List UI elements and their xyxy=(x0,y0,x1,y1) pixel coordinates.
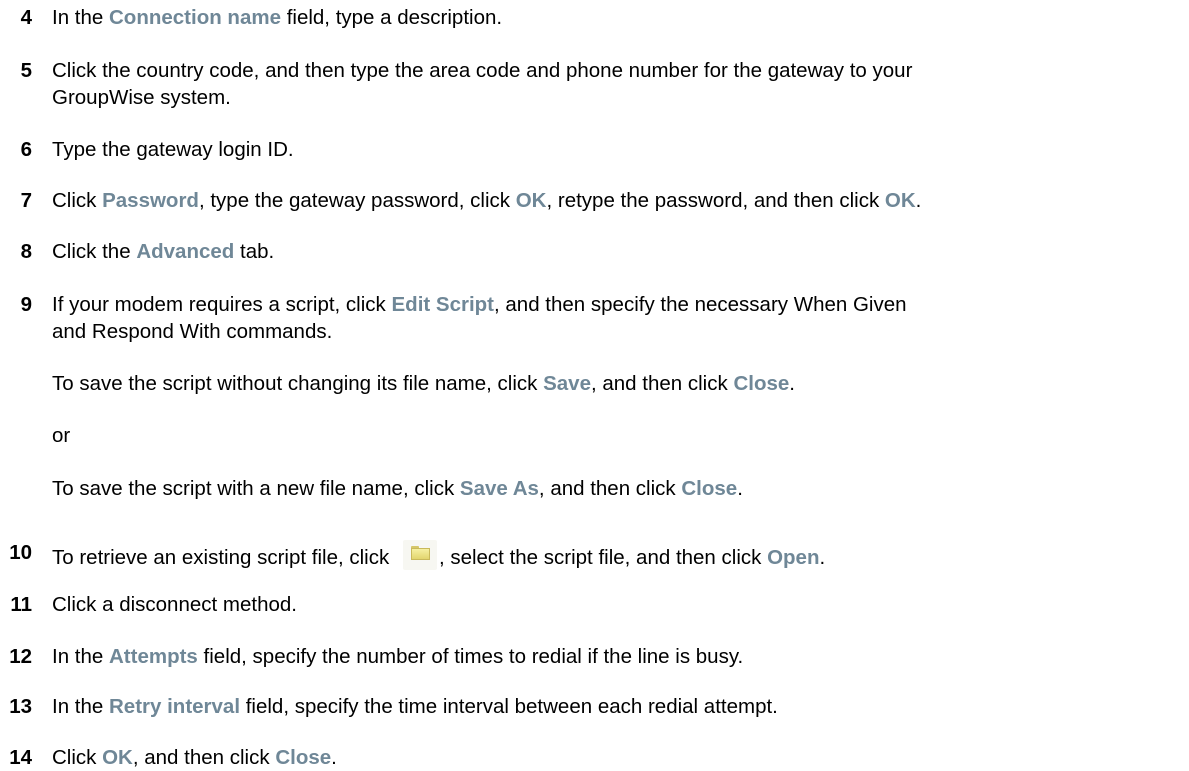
step-4-text: In the Connection name field, type a des… xyxy=(52,5,502,31)
ui-label-open: Open xyxy=(767,546,820,569)
ui-label-close: Close xyxy=(733,372,790,395)
step-6-text: Type the gateway login ID. xyxy=(52,138,294,161)
text: In the xyxy=(52,645,109,668)
document-page: 4 In the Connection name field, type a d… xyxy=(0,0,1189,769)
ui-label-ok: OK xyxy=(102,746,133,769)
ui-label-advanced: Advanced xyxy=(136,240,235,263)
step-13-text: In the Retry interval field, specify the… xyxy=(52,694,778,720)
step-9-option-save-as: To save the script with a new file name,… xyxy=(52,476,743,502)
ui-label-close: Close xyxy=(681,477,738,500)
step-9-or: or xyxy=(52,424,71,447)
text: , and then specify the necessary When Gi… xyxy=(494,293,907,316)
step-12-text: In the Attempts field, specify the numbe… xyxy=(52,644,743,670)
text: field, specify the time interval between… xyxy=(240,695,778,718)
text: , and then click xyxy=(538,477,682,500)
text: , select the script file, and then click xyxy=(438,546,768,569)
step-number: 7 xyxy=(20,189,32,212)
text: , retype the password, and then click xyxy=(546,189,885,212)
text: Click xyxy=(52,189,103,212)
step-5-text: Click the country code, and then type th… xyxy=(52,59,913,82)
step-number: 12 xyxy=(9,645,32,668)
text: . xyxy=(915,189,922,212)
step-5-continuation: GroupWise system. xyxy=(52,86,231,109)
text: , and then click xyxy=(590,372,734,395)
step-number: 13 xyxy=(9,695,32,718)
ui-label-connection-name: Connection name xyxy=(109,6,281,29)
ui-label-save-as: Save As xyxy=(459,477,539,500)
step-number: 14 xyxy=(9,746,32,769)
ui-label-edit-script: Edit Script xyxy=(391,293,495,316)
step-8-text: Click the Advanced tab. xyxy=(52,239,274,265)
text: In the xyxy=(52,6,109,29)
step-number: 11 xyxy=(10,593,32,616)
text: To retrieve an existing script file, cli… xyxy=(52,546,395,569)
text: . xyxy=(819,546,826,569)
text: tab. xyxy=(234,240,275,263)
ui-label-password: Password xyxy=(102,189,199,212)
ui-label-attempts: Attempts xyxy=(109,645,198,668)
step-9-option-save: To save the script without changing its … xyxy=(52,371,795,397)
text: In the xyxy=(52,695,109,718)
step-number: 6 xyxy=(20,138,32,161)
text: To save the script without changing its … xyxy=(52,372,544,395)
step-9-text: If your modem requires a script, click E… xyxy=(52,292,907,318)
step-number: 8 xyxy=(20,240,32,263)
step-9-continuation: and Respond With commands. xyxy=(52,320,333,343)
step-14-text: Click OK, and then click Close. xyxy=(52,745,337,771)
text: . xyxy=(331,746,337,769)
step-7-text: Click Password, type the gateway passwor… xyxy=(52,188,921,214)
text: . xyxy=(737,477,743,500)
ui-label-retry-interval: Retry interval xyxy=(109,695,241,718)
text: , type the gateway password, click xyxy=(198,189,516,212)
ui-label-save: Save xyxy=(543,372,591,395)
folder-icon xyxy=(402,540,437,570)
text: If your modem requires a script, click xyxy=(52,293,392,316)
step-number: 10 xyxy=(9,541,32,564)
text: To save the script with a new file name,… xyxy=(52,477,460,500)
ui-label-ok: OK xyxy=(884,189,916,212)
text: field, specify the number of times to re… xyxy=(197,645,744,668)
step-number: 5 xyxy=(20,59,32,82)
ui-label-ok: OK xyxy=(515,189,547,212)
step-10-text: To retrieve an existing script file, cli… xyxy=(52,540,825,571)
text: field, type a description. xyxy=(281,6,503,29)
step-11-text: Click a disconnect method. xyxy=(52,593,297,616)
text: Click xyxy=(52,746,103,769)
text: , and then click xyxy=(132,746,276,769)
text: . xyxy=(789,372,795,395)
step-number: 4 xyxy=(20,6,32,29)
text: Click the xyxy=(52,240,137,263)
ui-label-close: Close xyxy=(275,746,332,769)
step-number: 9 xyxy=(20,293,32,316)
